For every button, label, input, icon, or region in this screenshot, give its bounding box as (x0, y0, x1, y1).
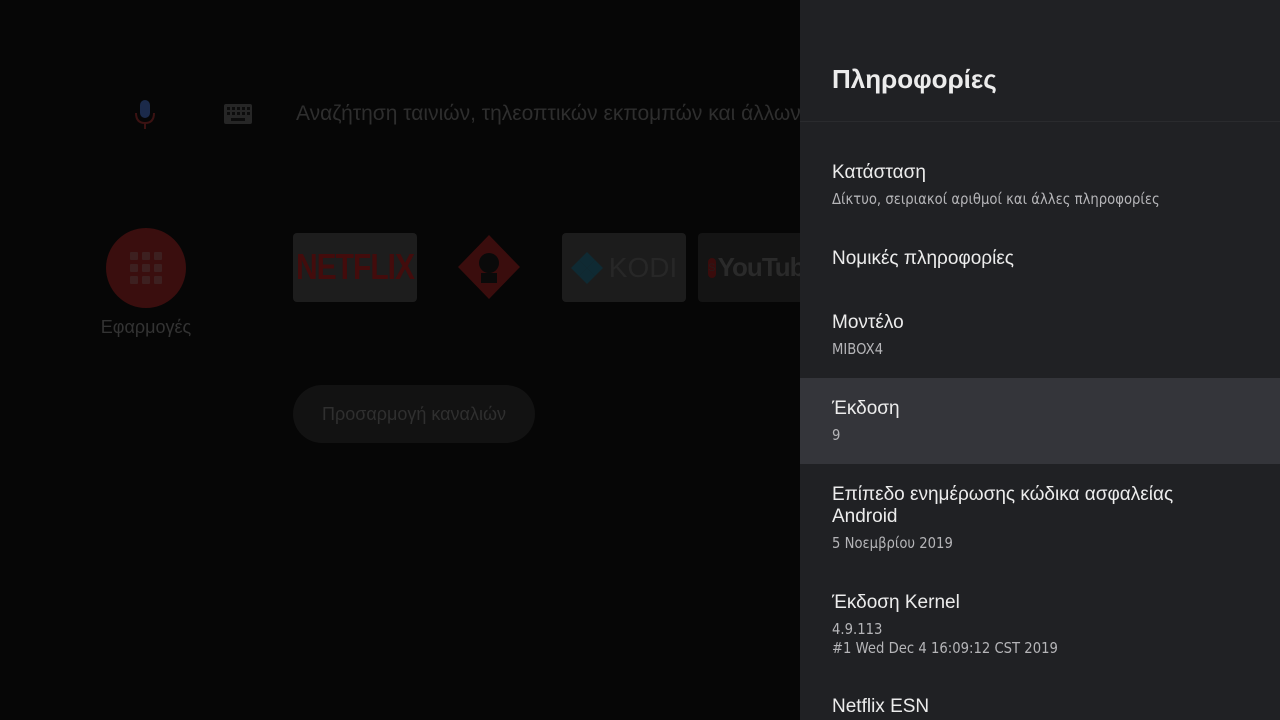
panel-title: Πληροφορίες (832, 64, 997, 94)
settings-item-model[interactable]: Μοντέλο MIBOX4 (800, 312, 1280, 359)
microphone-icon[interactable] (134, 100, 156, 130)
youtube-app-tile[interactable]: S YouTube (698, 233, 800, 302)
red-app-tile[interactable] (447, 233, 531, 302)
settings-item-kernel-version[interactable]: Έκδοση Kernel 4.9.113 #1 Wed Dec 4 16:09… (800, 592, 1280, 658)
item-subtitle: Δίκτυο, σειριακοί αριθμοί και άλλες πληρ… (832, 190, 1160, 208)
settings-item-version[interactable]: Έκδοση 9 (800, 378, 1280, 464)
apps-grid-icon (130, 252, 162, 284)
home-screen: Αναζήτηση ταινιών, τηλεοπτικών εκπομπών … (0, 0, 800, 720)
item-title: Νομικές πληροφορίες (832, 248, 1014, 269)
item-subtitle: 5 Νοεμβρίου 2019 (832, 534, 953, 552)
settings-item-status[interactable]: Κατάσταση Δίκτυο, σειριακοί αριθμοί και … (800, 162, 1280, 209)
settings-item-legal[interactable]: Νομικές πληροφορίες (800, 248, 1280, 270)
netflix-logo: NETFLIX (296, 247, 415, 287)
search-input[interactable]: Αναζήτηση ταινιών, τηλεοπτικών εκπομπών … (296, 102, 800, 126)
settings-item-netflix-esn[interactable]: Netflix ESN (800, 696, 1280, 718)
customize-channels-button[interactable]: Προσαρμογή καναλιών (293, 385, 535, 443)
about-settings-panel: Πληροφορίες Κατάσταση Δίκτυο, σειριακοί … (800, 0, 1280, 720)
item-title: Έκδοση (832, 398, 900, 419)
kodi-logo-icon (570, 251, 603, 284)
youtube-play-icon: S (708, 257, 716, 278)
keyboard-icon[interactable] (224, 104, 252, 124)
item-title: Έκδοση Kernel (832, 592, 960, 613)
apps-button[interactable] (106, 228, 186, 308)
red-app-icon (458, 235, 520, 299)
netflix-app-tile[interactable]: NETFLIX (293, 233, 417, 302)
kodi-app-tile[interactable]: KODI (562, 233, 686, 302)
item-subtitle-line1: 4.9.113 (832, 620, 883, 638)
item-subtitle-line2: #1 Wed Dec 4 16:09:12 CST 2019 (832, 639, 1058, 657)
item-subtitle: 9 (832, 426, 841, 444)
youtube-logo-text: YouTube (717, 252, 800, 282)
kodi-logo-text: KODI (608, 251, 678, 283)
item-title: Netflix ESN (832, 696, 930, 717)
item-title: Επίπεδο ενημέρωσης κώδικα ασφαλείας Andr… (832, 484, 1174, 527)
apps-label: Εφαρμογές (100, 317, 192, 337)
item-title: Μοντέλο (832, 312, 904, 333)
item-title: Κατάσταση (832, 162, 926, 183)
item-subtitle: MIBOX4 (832, 340, 884, 358)
panel-header: Πληροφορίες (800, 0, 1280, 122)
settings-item-security-patch[interactable]: Επίπεδο ενημέρωσης κώδικα ασφαλείας Andr… (800, 484, 1280, 553)
